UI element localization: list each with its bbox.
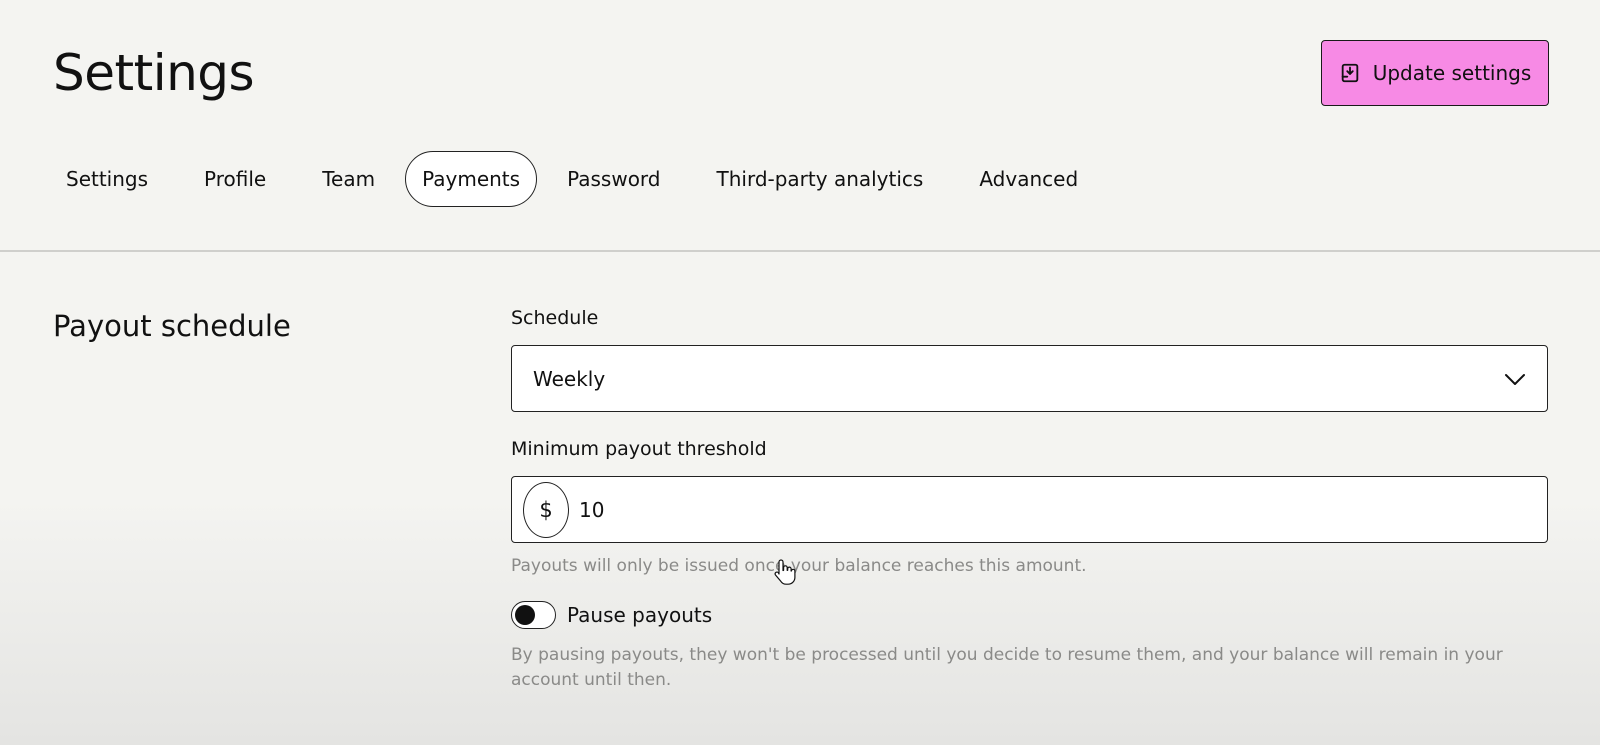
pause-payouts-label: Pause payouts (567, 603, 713, 627)
pause-payouts-hint: By pausing payouts, they won't be proces… (511, 645, 1503, 690)
threshold-field[interactable]: $ (511, 476, 1548, 543)
tab-profile[interactable]: Profile (178, 151, 292, 207)
currency-symbol: $ (523, 481, 569, 538)
section-title-payout-schedule: Payout schedule (53, 309, 291, 343)
schedule-selected-value: Weekly (533, 366, 606, 391)
tab-settings[interactable]: Settings (40, 151, 174, 207)
tab-team[interactable]: Team (296, 151, 401, 207)
toggle-knob (515, 605, 535, 625)
threshold-label: Minimum payout threshold (511, 438, 767, 460)
tab-password[interactable]: Password (541, 151, 686, 207)
pause-payouts-toggle[interactable] (511, 601, 556, 629)
save-icon (1339, 62, 1361, 84)
page-title: Settings (53, 44, 255, 102)
header-divider (0, 250, 1600, 252)
threshold-input[interactable] (579, 497, 1479, 522)
schedule-select[interactable]: Weekly (511, 345, 1548, 412)
settings-tabs: Settings Profile Team Payments Password … (40, 151, 1104, 207)
tab-third-party-analytics[interactable]: Third-party analytics (691, 151, 950, 207)
chevron-down-icon (1503, 367, 1527, 391)
update-settings-button[interactable]: Update settings (1321, 40, 1549, 106)
tab-payments[interactable]: Payments (405, 151, 538, 207)
pause-payouts-row: Pause payouts (511, 601, 712, 629)
tab-advanced[interactable]: Advanced (953, 151, 1104, 207)
threshold-hint: Payouts will only be issued once your ba… (511, 556, 1087, 576)
schedule-label: Schedule (511, 307, 599, 329)
update-settings-label: Update settings (1372, 61, 1532, 85)
